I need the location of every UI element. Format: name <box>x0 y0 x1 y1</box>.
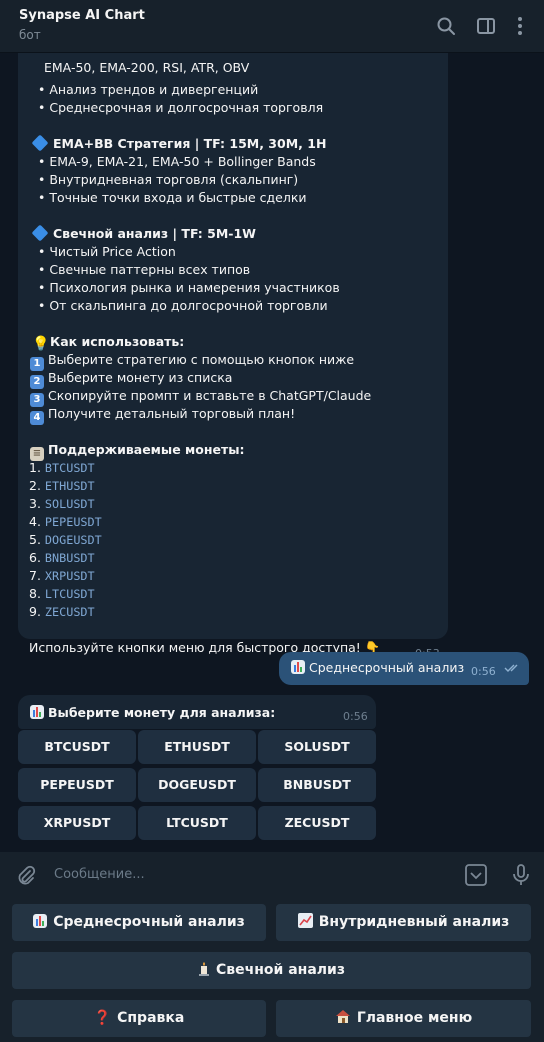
message-line: • EMA-9, EMA-21, EMA-50 + Bollinger Band… <box>38 154 316 169</box>
coin-list-item: 7. XRPUSDT <box>29 568 95 583</box>
bar-chart-icon <box>291 660 305 674</box>
chat-title[interactable]: Synapse AI Chart <box>19 8 145 23</box>
chat-header: Synapse AI Chart бот <box>0 0 544 53</box>
message-line: EMA-50, EMA-200, RSI, ATR, OBV <box>44 60 250 75</box>
coin-list-item: 1. BTCUSDT <box>29 460 95 475</box>
coin-button-bnbusdt[interactable]: BNBUSDT <box>258 768 376 802</box>
message-line: • Внутридневная торговля (скальпинг) <box>38 172 299 187</box>
coin-link[interactable]: BNBUSDT <box>45 551 95 565</box>
message-line: • Психология рынка и намерения участнико… <box>38 280 340 295</box>
user-message-time: 0:56 <box>471 665 496 678</box>
help-button[interactable]: ❓ Справка <box>12 1000 266 1037</box>
coin-list-item: 5. DOGEUSDT <box>29 532 102 547</box>
coin-button-solusdt[interactable]: SOLUSDT <box>258 730 376 764</box>
attach-icon[interactable] <box>14 864 38 892</box>
user-message-text: Среднесрочный анализ <box>291 660 464 675</box>
trending-up-icon <box>297 904 313 941</box>
coin-link[interactable]: BTCUSDT <box>45 461 95 475</box>
coin-link[interactable]: XRPUSDT <box>45 569 95 583</box>
coin-button-btcusdt[interactable]: BTCUSDT <box>18 730 136 764</box>
message-line: • Чистый Price Action <box>38 244 176 259</box>
bot-prompt-message: Выберите монету для анализа: 0:56 <box>18 695 376 729</box>
keyboard-toggle-icon[interactable] <box>464 863 488 891</box>
bot-prompt-time: 0:56 <box>343 710 368 723</box>
intraday-analysis-button[interactable]: Внутридневный анализ <box>276 904 531 941</box>
message-line: • От скальпинга до долгосрочной торговли <box>38 298 328 313</box>
double-check-icon <box>504 664 518 672</box>
message-line: • Анализ трендов и дивергенций <box>38 82 259 97</box>
message-line: • Свечные паттерны всех типов <box>38 262 251 277</box>
section-title-ema: EMA+BB Стратегия | TF: 15M, 30M, 1H <box>31 134 326 153</box>
blue-diamond-icon <box>31 134 49 152</box>
coins-title: ≡ Поддерживаемые монеты: <box>30 441 245 461</box>
candle-icon <box>198 952 210 989</box>
chat-subtitle: бот <box>19 28 41 42</box>
coin-link[interactable]: ETHUSDT <box>45 479 95 493</box>
main-menu-button[interactable]: Главное меню <box>276 1000 531 1037</box>
blue-diamond-icon <box>31 224 49 242</box>
howto-step: 1 Выберите стратегию с помощью кнопок ниж… <box>30 351 354 371</box>
coin-list-item: 4. PEPEUSDT <box>29 514 102 529</box>
coin-link[interactable]: SOLUSDT <box>45 497 95 511</box>
howto-step: 2 Выберите монету из списка <box>30 369 232 389</box>
message-composer: Сообщение... <box>0 852 544 898</box>
lightbulb-icon: 💡 <box>32 336 50 352</box>
bot-prompt-text: Выберите монету для анализа: <box>30 705 275 720</box>
message-line: • Среднесрочная и долгосрочная торговля <box>38 100 324 115</box>
message-line: • Точные точки входа и быстрые сделки <box>38 190 307 205</box>
howto-title: 💡Как использовать: <box>32 334 185 352</box>
keycap-4-icon: 4 <box>30 411 44 425</box>
user-message: Среднесрочный анализ 0:56 <box>279 652 529 685</box>
coin-button-xrpusdt[interactable]: XRPUSDT <box>18 806 136 840</box>
bar-chart-icon <box>30 705 44 719</box>
reply-keyboard: Среднесрочный анализ Внутридневный анали… <box>0 898 544 1042</box>
section-title-candle: Свечной анализ | TF: 5M-1W <box>31 224 256 243</box>
coin-button-pepeusdt[interactable]: PEPEUSDT <box>18 768 136 802</box>
coin-list-item: 3. SOLUSDT <box>29 496 95 511</box>
coin-button-ltcusdt[interactable]: LTCUSDT <box>138 806 256 840</box>
coin-list-item: 9. ZECUSDT <box>29 604 95 619</box>
bar-chart-icon <box>33 914 48 928</box>
candle-analysis-button[interactable]: Свечной анализ <box>12 952 531 989</box>
bot-message: EMA-50, EMA-200, RSI, ATR, OBV • Анализ … <box>18 53 448 660</box>
mid-term-analysis-button[interactable]: Среднесрочный анализ <box>12 904 266 941</box>
coin-link[interactable]: DOGEUSDT <box>45 533 102 547</box>
coin-link[interactable]: ZECUSDT <box>45 605 95 619</box>
coin-button-ethusdt[interactable]: ETHUSDT <box>138 730 256 764</box>
coin-list-item: 8. LTCUSDT <box>29 586 95 601</box>
howto-step: 3 Скопируйте промпт и вставьте в ChatGPT/… <box>30 387 371 407</box>
coin-list-item: 6. BNBUSDT <box>29 550 95 565</box>
more-menu-icon[interactable] <box>508 14 532 38</box>
chat-history[interactable]: EMA-50, EMA-200, RSI, ATR, OBV • Анализ … <box>0 53 544 852</box>
coin-button-zecusdt[interactable]: ZECUSDT <box>258 806 376 840</box>
question-mark-icon: ❓ <box>93 1010 112 1026</box>
microphone-icon[interactable] <box>509 863 533 891</box>
howto-step: 4 Получите детальный торговый план! <box>30 405 295 425</box>
coin-link[interactable]: PEPEUSDT <box>45 515 102 529</box>
coin-list-item: 2. ETHUSDT <box>29 478 95 493</box>
coin-button-dogeusdt[interactable]: DOGEUSDT <box>138 768 256 802</box>
search-icon[interactable] <box>434 14 458 38</box>
message-input[interactable]: Сообщение... <box>54 867 145 882</box>
coin-link[interactable]: LTCUSDT <box>45 587 95 601</box>
sidebar-toggle-icon[interactable] <box>474 14 498 38</box>
house-icon <box>335 1000 351 1037</box>
